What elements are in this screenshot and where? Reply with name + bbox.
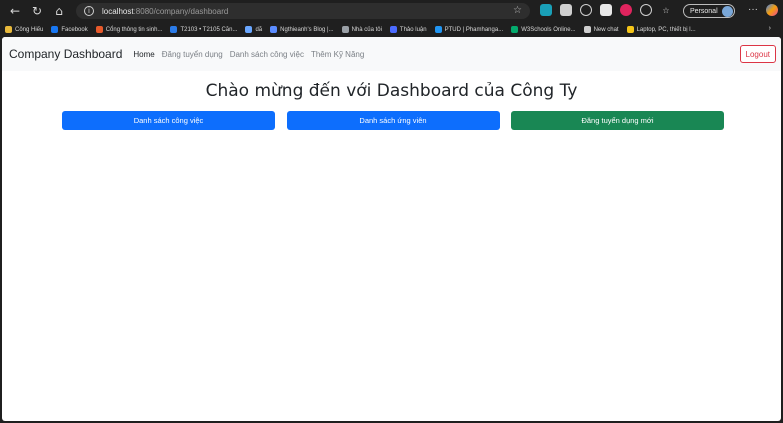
- bookmark-favicon-icon: [626, 26, 634, 33]
- bookmark-item[interactable]: Nhà của tôi: [341, 26, 382, 33]
- bookmark-item[interactable]: Facebook: [51, 26, 88, 33]
- favorites-icon[interactable]: ☆: [660, 4, 672, 16]
- bookmark-item[interactable]: PTUD | Phamhanga...: [434, 26, 504, 33]
- profile-button[interactable]: Personal: [683, 4, 735, 18]
- nav-link-post-job[interactable]: Đăng tuyển dụng: [162, 50, 223, 59]
- bookmark-favicon-icon: [389, 26, 397, 33]
- bookmark-item[interactable]: Laptop, PC, thiết bị l...: [626, 26, 696, 33]
- bookmark-item[interactable]: dã: [245, 26, 262, 33]
- nav-buttons: ← ↻ ⌂: [6, 2, 68, 20]
- post-new-job-button[interactable]: Đăng tuyển dụng mới: [511, 111, 724, 130]
- bookmark-label: New chat: [593, 26, 619, 33]
- bookmark-label: dã: [255, 26, 263, 33]
- bookmark-label: Cổng thông tin sinh...: [105, 26, 163, 33]
- url-text[interactable]: localhost:8080/company/dashboard: [102, 7, 228, 16]
- bookmark-favicon-icon: [583, 26, 591, 33]
- profile-label: Personal: [690, 7, 718, 15]
- avatar: [721, 6, 733, 17]
- bookmark-label: W3Schools Online...: [521, 26, 576, 33]
- bookmark-item[interactable]: Cổng thông tin sinh...: [95, 26, 163, 33]
- bookmark-label: PTUD | Phamhanga...: [444, 26, 504, 33]
- site-info-icon[interactable]: i: [84, 6, 94, 16]
- bookmark-label: Ngthieanh's Blog |...: [280, 26, 334, 33]
- nav-link-add-skill[interactable]: Thêm Kỹ Năng: [311, 50, 364, 59]
- back-icon[interactable]: ←: [6, 2, 24, 20]
- bookmark-item[interactable]: Thảo luận: [389, 26, 427, 33]
- navbar: Company Dashboard Home Đăng tuyển dụng D…: [2, 37, 781, 71]
- page-viewport: Company Dashboard Home Đăng tuyển dụng D…: [2, 37, 781, 421]
- bookmarks-bar: Công Hiếu Facebook Cổng thông tin sinh... T…: [0, 22, 783, 37]
- address-bar[interactable]: i localhost:8080/company/dashboard ☆: [76, 3, 530, 19]
- url-path: :8080/company/dashboard: [133, 6, 229, 16]
- extension-icon[interactable]: [620, 4, 632, 16]
- extension-icon[interactable]: [640, 4, 652, 16]
- extension-icon[interactable]: [560, 4, 572, 16]
- candidate-list-button[interactable]: Danh sách ứng viên: [286, 111, 500, 130]
- bookmark-favicon-icon: [95, 26, 103, 33]
- extension-icon[interactable]: [540, 4, 552, 16]
- bookmark-label: Nhà của tôi: [351, 26, 382, 33]
- copilot-icon[interactable]: [766, 4, 778, 16]
- bookmark-item[interactable]: Công Hiếu: [5, 26, 43, 33]
- bookmark-label: Facebook: [61, 26, 88, 33]
- extension-icons: ☆: [540, 4, 672, 16]
- logout-button[interactable]: Logout: [739, 45, 776, 63]
- url-host: localhost: [102, 6, 134, 16]
- job-list-button[interactable]: Danh sách công việc: [62, 111, 275, 130]
- bookmark-item[interactable]: T2103 • T2105 Căn...: [170, 26, 237, 33]
- nav-link-home[interactable]: Home: [133, 50, 154, 59]
- bookmark-favicon-icon: [270, 26, 278, 33]
- nav-links: Home Đăng tuyển dụng Danh sách công việc…: [133, 50, 364, 59]
- bookmark-item[interactable]: New chat: [583, 26, 619, 33]
- bookmark-favicon-icon: [341, 26, 349, 33]
- address-bar-row: ← ↻ ⌂ i localhost:8080/company/dashboard…: [0, 0, 783, 22]
- bookmark-favicon-icon: [434, 26, 442, 33]
- bookmark-favicon-icon: [245, 26, 253, 33]
- bookmark-label: Thảo luận: [399, 26, 427, 33]
- extension-icon[interactable]: [600, 4, 612, 16]
- bookmark-favicon-icon: [51, 26, 59, 33]
- bookmark-item[interactable]: Ngthieanh's Blog |...: [270, 26, 334, 33]
- bookmark-label: Công Hiếu: [15, 26, 44, 33]
- reload-icon[interactable]: ↻: [28, 2, 46, 20]
- page-title: Chào mừng đến với Dashboard của Công Ty: [205, 81, 578, 101]
- action-buttons: Danh sách công việc Danh sách ứng viên Đ…: [62, 111, 724, 130]
- more-bookmarks-chevron-icon[interactable]: ›: [769, 25, 771, 32]
- extension-icon[interactable]: [580, 4, 592, 16]
- bookmark-label: T2103 • T2105 Căn...: [180, 26, 238, 33]
- browser-window: ← ↻ ⌂ i localhost:8080/company/dashboard…: [0, 0, 783, 423]
- bookmark-star-icon[interactable]: ☆: [513, 5, 522, 16]
- navbar-brand[interactable]: Company Dashboard: [9, 47, 122, 61]
- bookmark-label: Laptop, PC, thiết bị l...: [636, 26, 696, 33]
- more-options-icon[interactable]: ···: [748, 4, 758, 15]
- bookmark-favicon-icon: [5, 26, 12, 33]
- bookmark-favicon-icon: [170, 26, 178, 33]
- nav-link-job-list[interactable]: Danh sách công việc: [230, 50, 304, 59]
- bookmark-favicon-icon: [511, 26, 519, 33]
- home-icon[interactable]: ⌂: [50, 2, 68, 20]
- bookmark-item[interactable]: W3Schools Online...: [511, 26, 576, 33]
